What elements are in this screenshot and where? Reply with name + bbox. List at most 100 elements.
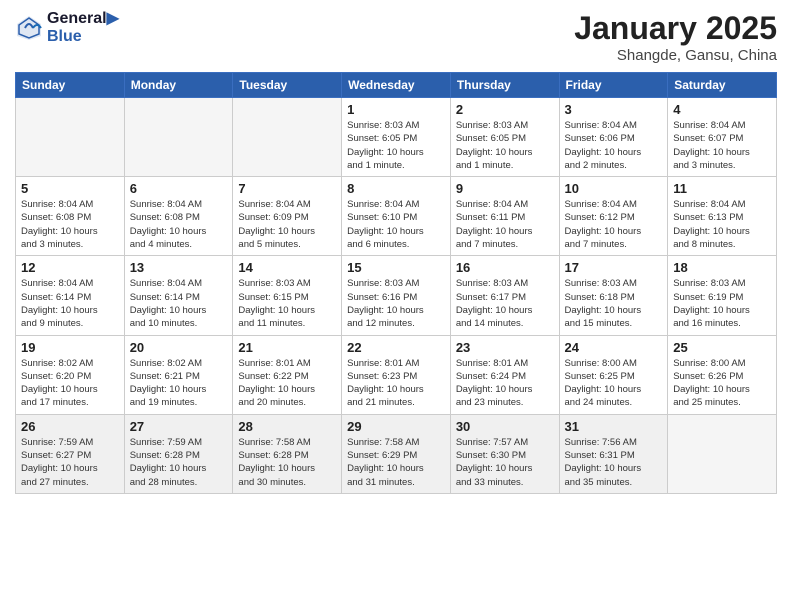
calendar-cell: 22Sunrise: 8:01 AM Sunset: 6:23 PM Dayli… — [342, 335, 451, 414]
calendar-cell: 12Sunrise: 8:04 AM Sunset: 6:14 PM Dayli… — [16, 256, 125, 335]
calendar-cell: 24 Sunrise: 8:00 AM Sunset: 6:25 PM Dayli… — [559, 335, 668, 414]
day-info: Sunrise: 8:01 AM Sunset: 6:24 PM Dayligh… — [456, 357, 554, 410]
day-info: Sunrise: 8:03 AM Sunset: 6:19 PM Dayligh… — [673, 277, 771, 330]
calendar-cell: 16 Sunrise: 8:03 AM Sunset: 6:17 PM Dayli… — [450, 256, 559, 335]
calendar-cell: 23 Sunrise: 8:01 AM Sunset: 6:24 PM Dayli… — [450, 335, 559, 414]
calendar-cell: 4 Sunrise: 8:04 AM Sunset: 6:07 PM Daylig… — [668, 98, 777, 177]
day-number: 2 — [456, 102, 554, 117]
day-number: 26 — [21, 419, 119, 434]
day-number: 14 — [238, 260, 336, 275]
calendar-cell: 8Sunrise: 8:04 AM Sunset: 6:10 PM Daylig… — [342, 177, 451, 256]
day-info: Sunrise: 7:58 AM Sunset: 6:29 PM Dayligh… — [347, 436, 445, 489]
title-block: January 2025 Shangde, Gansu, China — [574, 10, 777, 64]
day-number: 5 — [21, 181, 119, 196]
calendar-header-row: Sunday Monday Tuesday Wednesday Thursday… — [16, 73, 777, 98]
col-thursday: Thursday — [450, 73, 559, 98]
day-info: Sunrise: 8:03 AM Sunset: 6:15 PM Dayligh… — [238, 277, 336, 330]
calendar: Sunday Monday Tuesday Wednesday Thursday… — [15, 72, 777, 494]
calendar-cell: 9 Sunrise: 8:04 AM Sunset: 6:11 PM Daylig… — [450, 177, 559, 256]
day-number: 7 — [238, 181, 336, 196]
calendar-cell: 15 Sunrise: 8:03 AM Sunset: 6:16 PM Dayli… — [342, 256, 451, 335]
day-number: 11 — [673, 181, 771, 196]
calendar-cell: 27 Sunrise: 7:59 AM Sunset: 6:28 PM Dayli… — [124, 414, 233, 493]
day-info: Sunrise: 8:04 AM Sunset: 6:14 PM Dayligh… — [21, 277, 119, 330]
month-title: January 2025 — [574, 10, 777, 47]
day-info: Sunrise: 8:04 AM Sunset: 6:07 PM Dayligh… — [673, 119, 771, 172]
calendar-cell: 17 Sunrise: 8:03 AM Sunset: 6:18 PM Dayli… — [559, 256, 668, 335]
day-info: Sunrise: 7:58 AM Sunset: 6:28 PM Dayligh… — [238, 436, 336, 489]
logo: General▶ Blue — [15, 10, 119, 45]
day-number: 15 — [347, 260, 445, 275]
day-info: Sunrise: 7:59 AM Sunset: 6:27 PM Dayligh… — [21, 436, 119, 489]
day-info: Sunrise: 7:59 AM Sunset: 6:28 PM Dayligh… — [130, 436, 228, 489]
calendar-cell — [124, 98, 233, 177]
day-info: Sunrise: 8:04 AM Sunset: 6:08 PM Dayligh… — [130, 198, 228, 251]
day-info: Sunrise: 7:56 AM Sunset: 6:31 PM Dayligh… — [565, 436, 663, 489]
day-info: Sunrise: 8:03 AM Sunset: 6:05 PM Dayligh… — [456, 119, 554, 172]
col-wednesday: Wednesday — [342, 73, 451, 98]
day-info: Sunrise: 8:04 AM Sunset: 6:11 PM Dayligh… — [456, 198, 554, 251]
calendar-cell: 29 Sunrise: 7:58 AM Sunset: 6:29 PM Dayli… — [342, 414, 451, 493]
day-number: 31 — [565, 419, 663, 434]
day-number: 4 — [673, 102, 771, 117]
calendar-cell: 26 Sunrise: 7:59 AM Sunset: 6:27 PM Dayli… — [16, 414, 125, 493]
calendar-cell — [16, 98, 125, 177]
day-number: 25 — [673, 340, 771, 355]
calendar-cell: 6Sunrise: 8:04 AM Sunset: 6:08 PM Daylig… — [124, 177, 233, 256]
day-number: 29 — [347, 419, 445, 434]
day-number: 20 — [130, 340, 228, 355]
calendar-cell: 2 Sunrise: 8:03 AM Sunset: 6:05 PM Daylig… — [450, 98, 559, 177]
day-number: 10 — [565, 181, 663, 196]
day-number: 30 — [456, 419, 554, 434]
day-number: 18 — [673, 260, 771, 275]
day-info: Sunrise: 8:01 AM Sunset: 6:22 PM Dayligh… — [238, 357, 336, 410]
day-number: 13 — [130, 260, 228, 275]
logo-text: General▶ Blue — [47, 10, 119, 45]
day-info: Sunrise: 8:04 AM Sunset: 6:10 PM Dayligh… — [347, 198, 445, 251]
day-info: Sunrise: 8:04 AM Sunset: 6:06 PM Dayligh… — [565, 119, 663, 172]
day-info: Sunrise: 8:00 AM Sunset: 6:25 PM Dayligh… — [565, 357, 663, 410]
day-number: 23 — [456, 340, 554, 355]
col-monday: Monday — [124, 73, 233, 98]
col-friday: Friday — [559, 73, 668, 98]
day-number: 17 — [565, 260, 663, 275]
day-number: 21 — [238, 340, 336, 355]
day-info: Sunrise: 8:03 AM Sunset: 6:05 PM Dayligh… — [347, 119, 445, 172]
calendar-cell: 10Sunrise: 8:04 AM Sunset: 6:12 PM Dayli… — [559, 177, 668, 256]
day-info: Sunrise: 8:03 AM Sunset: 6:16 PM Dayligh… — [347, 277, 445, 330]
day-info: Sunrise: 8:03 AM Sunset: 6:18 PM Dayligh… — [565, 277, 663, 330]
calendar-cell: 30 Sunrise: 7:57 AM Sunset: 6:30 PM Dayli… — [450, 414, 559, 493]
calendar-cell: 19Sunrise: 8:02 AM Sunset: 6:20 PM Dayli… — [16, 335, 125, 414]
calendar-cell: 3 Sunrise: 8:04 AM Sunset: 6:06 PM Daylig… — [559, 98, 668, 177]
page-container: General▶ Blue January 2025 Shangde, Gans… — [0, 0, 792, 612]
day-number: 9 — [456, 181, 554, 196]
day-info: Sunrise: 8:02 AM Sunset: 6:21 PM Dayligh… — [130, 357, 228, 410]
calendar-cell: 5Sunrise: 8:04 AM Sunset: 6:08 PM Daylig… — [16, 177, 125, 256]
header: General▶ Blue January 2025 Shangde, Gans… — [15, 10, 777, 64]
day-info: Sunrise: 8:02 AM Sunset: 6:20 PM Dayligh… — [21, 357, 119, 410]
day-info: Sunrise: 8:04 AM Sunset: 6:09 PM Dayligh… — [238, 198, 336, 251]
day-number: 1 — [347, 102, 445, 117]
day-number: 3 — [565, 102, 663, 117]
calendar-cell: 14 Sunrise: 8:03 AM Sunset: 6:15 PM Dayli… — [233, 256, 342, 335]
calendar-cell: 7 Sunrise: 8:04 AM Sunset: 6:09 PM Daylig… — [233, 177, 342, 256]
day-info: Sunrise: 8:04 AM Sunset: 6:14 PM Dayligh… — [130, 277, 228, 330]
day-info: Sunrise: 8:00 AM Sunset: 6:26 PM Dayligh… — [673, 357, 771, 410]
calendar-cell: 21 Sunrise: 8:01 AM Sunset: 6:22 PM Dayli… — [233, 335, 342, 414]
day-number: 24 — [565, 340, 663, 355]
calendar-cell: 31 Sunrise: 7:56 AM Sunset: 6:31 PM Dayli… — [559, 414, 668, 493]
col-tuesday: Tuesday — [233, 73, 342, 98]
calendar-cell: 11 Sunrise: 8:04 AM Sunset: 6:13 PM Dayli… — [668, 177, 777, 256]
day-info: Sunrise: 7:57 AM Sunset: 6:30 PM Dayligh… — [456, 436, 554, 489]
calendar-cell: 1 Sunrise: 8:03 AM Sunset: 6:05 PM Daylig… — [342, 98, 451, 177]
day-info: Sunrise: 8:03 AM Sunset: 6:17 PM Dayligh… — [456, 277, 554, 330]
calendar-cell — [668, 414, 777, 493]
location: Shangde, Gansu, China — [574, 47, 777, 64]
day-number: 22 — [347, 340, 445, 355]
day-number: 28 — [238, 419, 336, 434]
day-number: 27 — [130, 419, 228, 434]
day-number: 16 — [456, 260, 554, 275]
calendar-cell: 28 Sunrise: 7:58 AM Sunset: 6:28 PM Dayli… — [233, 414, 342, 493]
day-info: Sunrise: 8:04 AM Sunset: 6:13 PM Dayligh… — [673, 198, 771, 251]
col-sunday: Sunday — [16, 73, 125, 98]
